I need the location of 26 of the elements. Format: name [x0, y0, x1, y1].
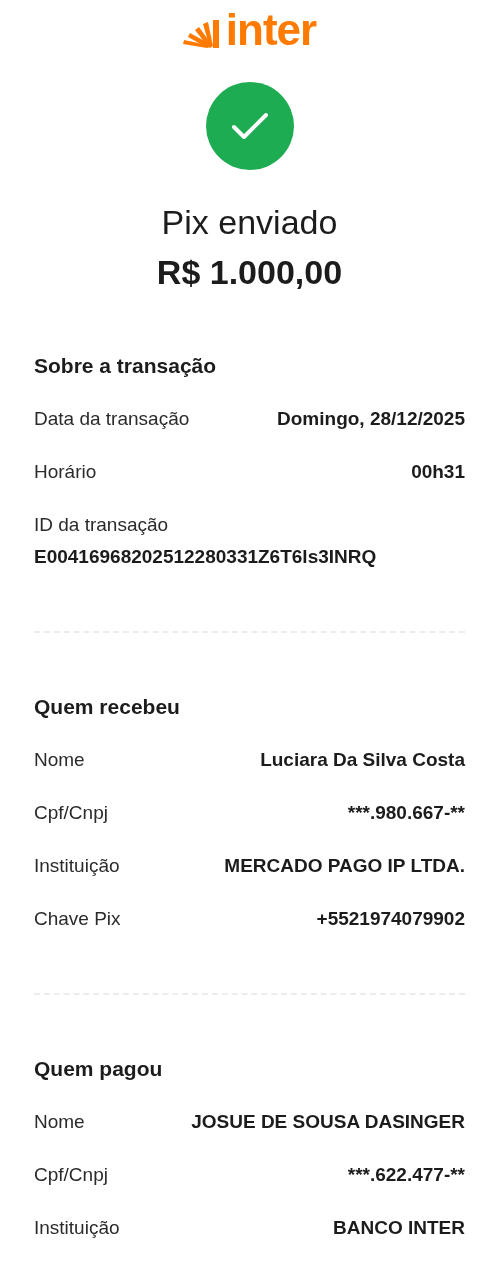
logo: inter	[225, 10, 317, 50]
field-label: Instituição	[34, 1216, 120, 1240]
field-value: Domingo, 28/12/2025	[277, 407, 465, 431]
field-value: MERCADO PAGO IP LTDA.	[224, 854, 465, 878]
section-title: Quem pagou	[34, 1056, 164, 1082]
status-title: Pix enviado	[161, 202, 338, 242]
section-title: Sobre a transação	[34, 353, 218, 379]
amount: R$ 1.000,00	[156, 252, 343, 292]
field-label: Nome	[34, 748, 85, 772]
field-label: Cpf/Cnpj	[34, 1163, 108, 1187]
field-label: ID da transação	[34, 513, 169, 537]
field-value: ***.622.477-**	[347, 1163, 465, 1187]
section-title: Quem recebeu	[34, 694, 181, 720]
field-label: Nome	[34, 1110, 85, 1134]
field-value: Luciara Da Silva Costa	[260, 748, 465, 772]
field-label: Data da transação	[34, 407, 190, 431]
field-label: Instituição	[34, 854, 120, 878]
field-label: Chave Pix	[34, 907, 121, 931]
field-value: E00416968202512280331Z6T6ls3INRQ	[34, 545, 377, 569]
field-value: BANCO INTER	[333, 1216, 465, 1240]
field-label: Horário	[34, 460, 97, 484]
field-value: JOSUE DE SOUSA DASINGER	[191, 1110, 465, 1134]
field-value: ***.980.667-**	[347, 801, 465, 825]
field-value: 00h31	[411, 460, 465, 484]
field-value: +5521974079902	[316, 907, 465, 931]
field-label: Cpf/Cnpj	[34, 801, 108, 825]
